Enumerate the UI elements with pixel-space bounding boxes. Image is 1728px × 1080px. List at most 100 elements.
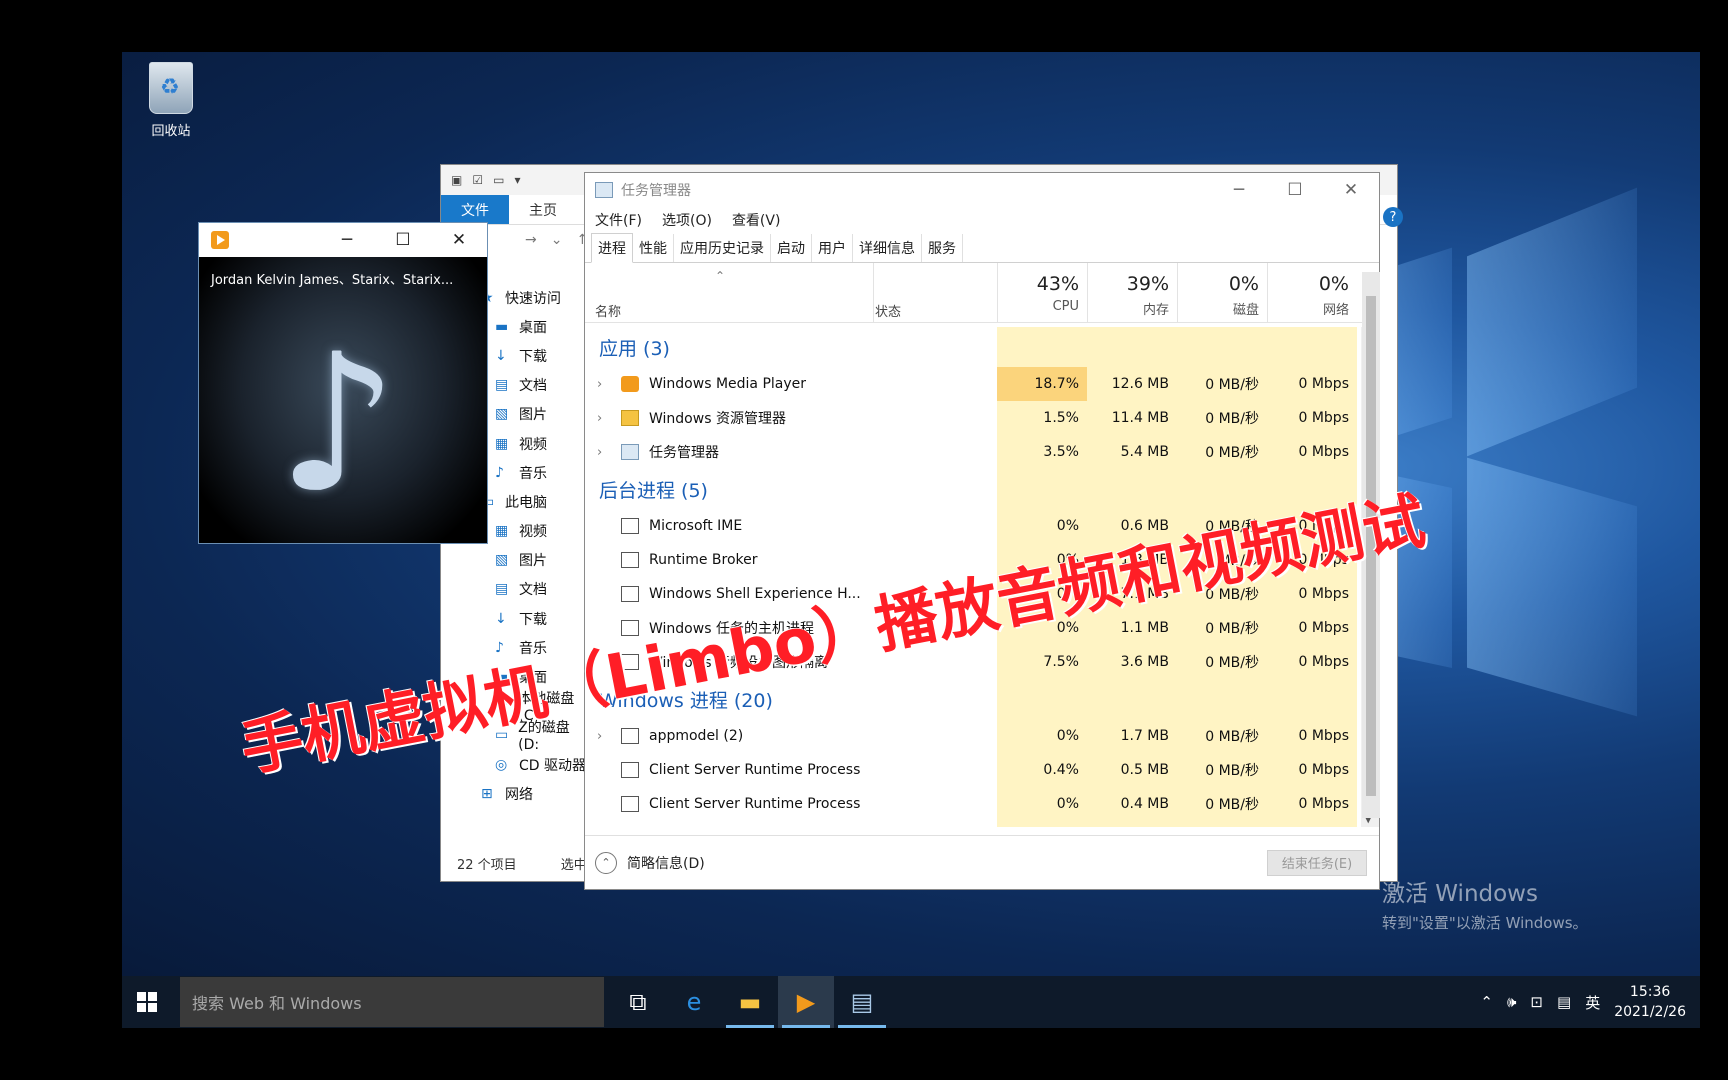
- menu-view[interactable]: 查看(V): [732, 210, 781, 230]
- process-name: Windows 资源管理器: [649, 411, 786, 427]
- process-row[interactable]: Client Server Runtime Process 0.4% 0.5 MB 0…: [585, 753, 1363, 787]
- document-icon: ▤: [495, 377, 509, 394]
- tab-startup[interactable]: 启动: [771, 234, 812, 262]
- nav-item-label: 图片: [519, 553, 547, 570]
- task-manager-titlebar[interactable]: 任务管理器 ─ ☐ ✕: [585, 173, 1379, 207]
- column-network[interactable]: 0% 网络: [1267, 263, 1357, 323]
- process-disk: 0 MB/秒: [1205, 621, 1259, 637]
- process-mem: 11.4 MB: [1111, 410, 1169, 426]
- taskbar-search-box[interactable]: 搜索 Web 和 Windows: [180, 977, 604, 1027]
- network-icon[interactable]: ⊡: [1530, 993, 1543, 1011]
- menu-options[interactable]: 选项(O): [662, 210, 712, 230]
- process-row[interactable]: › Windows Media Player 18.7% 12.6 MB 0 MB/秒 0…: [585, 367, 1363, 401]
- recycle-bin-icon: [149, 62, 193, 114]
- nav-item[interactable]: ⊞ 网络: [441, 779, 591, 808]
- column-memory[interactable]: 39% 内存: [1087, 263, 1177, 323]
- column-name[interactable]: 名称: [595, 301, 621, 320]
- end-task-button[interactable]: 结束任务(E): [1267, 849, 1367, 876]
- activate-windows-watermark: 激活 Windows 转到"设置"以激活 Windows。: [1382, 874, 1588, 933]
- column-cpu[interactable]: 43% CPU: [997, 263, 1087, 323]
- close-button[interactable]: ✕: [431, 230, 487, 250]
- expand-chevron-icon[interactable]: ›: [597, 729, 602, 744]
- minimize-button[interactable]: ─: [1211, 180, 1267, 200]
- process-row[interactable]: › 任务管理器 3.5% 5.4 MB 0 MB/秒 0 Mbps: [585, 435, 1363, 469]
- tab-processes[interactable]: 进程: [591, 233, 633, 263]
- maximize-button[interactable]: ☐: [1267, 180, 1323, 200]
- fewer-details-link[interactable]: 简略信息(D): [627, 853, 705, 873]
- task-manager-icon: [595, 182, 613, 198]
- group-title: 后台进程 (5): [599, 479, 708, 502]
- help-icon[interactable]: ?: [1383, 207, 1403, 227]
- nav-item[interactable]: ▤ 文档: [441, 575, 591, 604]
- recycle-bin[interactable]: 回收站: [136, 62, 206, 139]
- tab-details[interactable]: 详细信息: [853, 234, 922, 262]
- ribbon-file-tab[interactable]: 文件: [441, 195, 509, 224]
- notification-icon[interactable]: ▤: [1557, 993, 1571, 1011]
- wallpaper-pane: [1467, 457, 1637, 717]
- taskbar: 搜索 Web 和 Windows ⧉ e ▬ ▶ ▤ ⌃ 🕪 ⊡ ▤ 英 15:…: [122, 976, 1700, 1028]
- process-disk: 0 MB/秒: [1205, 411, 1259, 427]
- process-cpu: 18.7%: [997, 367, 1087, 401]
- expand-chevron-icon[interactable]: ›: [597, 445, 602, 460]
- expand-chevron-icon[interactable]: ›: [597, 411, 602, 426]
- clock-time: 15:36: [1629, 984, 1671, 1000]
- nav-item-label: 文档: [519, 582, 547, 599]
- tab-app-history[interactable]: 应用历史记录: [674, 234, 771, 262]
- ime-indicator[interactable]: 英: [1585, 992, 1600, 1013]
- process-icon: [621, 586, 639, 602]
- task-manager-icon: [621, 444, 639, 460]
- album-art: ♪: [199, 257, 487, 543]
- process-cpu: 0%: [1056, 518, 1079, 534]
- volume-icon[interactable]: 🕪: [1507, 993, 1516, 1011]
- selection-info: 选中: [560, 858, 587, 873]
- nav-item-label: 快速访问: [505, 290, 561, 307]
- clock[interactable]: 15:36 2021/2/26: [1614, 982, 1686, 1022]
- recent-chevron-icon[interactable]: ⌄: [551, 232, 563, 248]
- start-button[interactable]: [122, 976, 172, 1028]
- tab-performance[interactable]: 性能: [633, 234, 674, 262]
- process-name: Client Server Runtime Process: [649, 796, 861, 812]
- column-disk[interactable]: 0% 磁盘: [1177, 263, 1267, 323]
- process-row[interactable]: › appmodel (2) 0% 1.7 MB 0 MB/秒 0 Mbps: [585, 719, 1363, 753]
- nav-item-label: 下载: [519, 348, 547, 365]
- tab-services[interactable]: 服务: [922, 234, 963, 262]
- disk-total: 0%: [1228, 273, 1259, 295]
- tab-users[interactable]: 用户: [812, 234, 853, 262]
- edge-icon[interactable]: e: [666, 976, 722, 1028]
- process-net: 0 Mbps: [1298, 762, 1349, 778]
- now-playing-track: Jordan Kelvin James、Starix、Starix...: [211, 273, 454, 288]
- collapse-chevron-icon[interactable]: ⌃: [595, 851, 617, 874]
- chevron-down-icon[interactable]: ▾: [514, 173, 520, 187]
- nav-item[interactable]: ▧ 图片: [441, 546, 591, 575]
- expand-chevron-icon[interactable]: ›: [597, 377, 602, 392]
- task-view-icon[interactable]: ⧉: [610, 976, 666, 1028]
- window-title: 任务管理器: [621, 183, 691, 199]
- nav-item-label: 网络: [505, 786, 533, 803]
- nav-item[interactable]: ↓ 下载: [441, 604, 591, 633]
- process-icon: [621, 796, 639, 812]
- minimize-button[interactable]: ─: [319, 230, 375, 250]
- show-hidden-icons-icon[interactable]: ⌃: [1480, 993, 1493, 1011]
- task-manager-taskbar-icon[interactable]: ▤: [834, 976, 890, 1028]
- back-arrow-icon[interactable]: →: [525, 232, 537, 248]
- file-explorer-taskbar-icon[interactable]: ▬: [722, 976, 778, 1028]
- process-row[interactable]: Client Server Runtime Process 0% 0.4 MB 0 M…: [585, 787, 1363, 821]
- media-player-titlebar[interactable]: ─ ☐ ✕: [199, 223, 487, 257]
- maximize-button[interactable]: ☐: [375, 230, 431, 250]
- properties-icon[interactable]: ▣: [451, 173, 462, 187]
- nav-item[interactable]: ◎ CD 驱动器: [441, 750, 591, 779]
- column-divider[interactable]: [873, 263, 874, 322]
- new-folder-icon[interactable]: ▭: [493, 173, 504, 187]
- check-icon[interactable]: ☑: [472, 173, 483, 187]
- picture-icon: ▧: [495, 552, 509, 569]
- close-button[interactable]: ✕: [1323, 180, 1379, 200]
- process-group-header[interactable]: 应用 (3): [585, 327, 1363, 367]
- process-row[interactable]: › Windows 资源管理器 1.5% 11.4 MB 0 MB/秒 0 Mbps: [585, 401, 1363, 435]
- network-label: 网络: [1322, 303, 1349, 318]
- menu-file[interactable]: 文件(F): [595, 210, 642, 230]
- media-player-taskbar-icon[interactable]: ▶: [778, 976, 834, 1028]
- column-status[interactable]: 状态: [875, 301, 901, 320]
- nav-item-label: CD 驱动器: [519, 757, 587, 774]
- process-icon: [621, 728, 639, 744]
- ribbon-home-tab[interactable]: 主页: [509, 195, 577, 224]
